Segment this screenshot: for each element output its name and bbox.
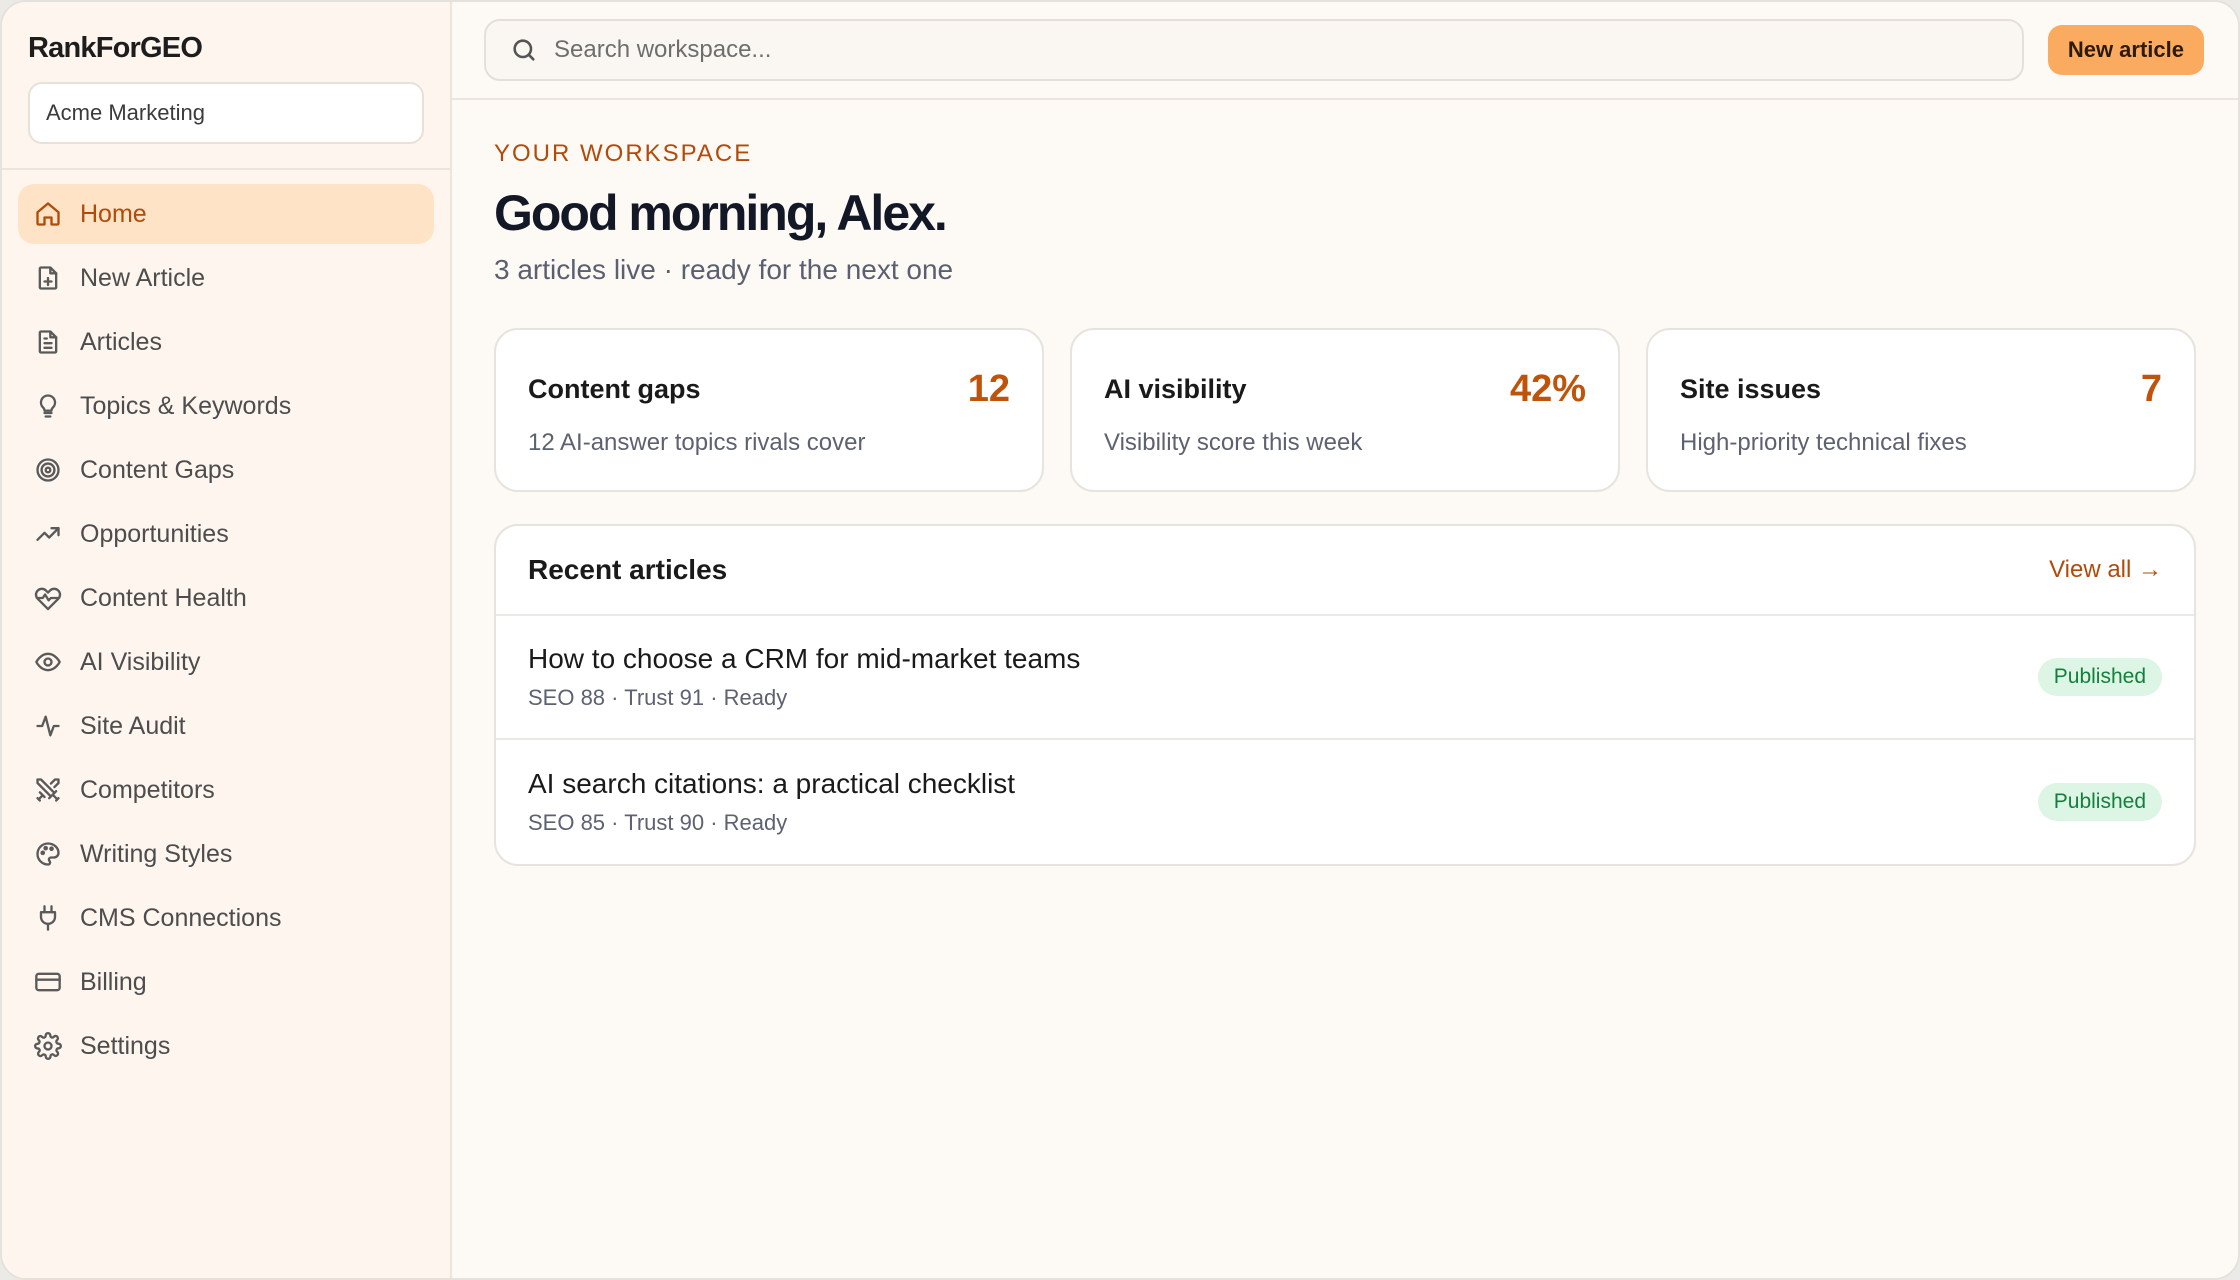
sidebar-item-label: Content Health [80, 583, 247, 612]
gear-icon [34, 1032, 62, 1060]
sidebar-item-content-health[interactable]: Content Health [18, 568, 434, 628]
heart-pulse-icon [34, 584, 62, 612]
sidebar-item-settings[interactable]: Settings [18, 1016, 434, 1076]
palette-icon [34, 840, 62, 868]
target-icon [34, 456, 62, 484]
stat-title: Site issues [1680, 374, 1822, 404]
sidebar-item-topics-keywords[interactable]: Topics & Keywords [18, 376, 434, 436]
stat-description: 12 AI-answer topics rivals cover [528, 429, 866, 456]
sidebar: RankForGEO Acme Marketing Home New Artic… [2, 2, 452, 1278]
sidebar-item-label: Home [80, 199, 147, 228]
workspace-selector[interactable]: Acme Marketing [28, 82, 424, 144]
sidebar-item-opportunities[interactable]: Opportunities [18, 504, 434, 564]
topbar: New article [452, 2, 2238, 100]
stat-description: Visibility score this week [1104, 429, 1363, 456]
stat-cards: Content gaps 12 12 AI-answer topics riva… [494, 328, 2196, 492]
sidebar-item-label: Content Gaps [80, 455, 235, 484]
sidebar-item-label: Billing [80, 967, 147, 996]
search-icon [513, 39, 535, 61]
sidebar-item-label: Topics & Keywords [80, 391, 292, 420]
table-row[interactable]: AI search citations: a practical checkli… [496, 740, 2194, 864]
main-area: New article YOUR WORKSPACE Good morning,… [452, 2, 2238, 1278]
sidebar-item-label: AI Visibility [80, 647, 201, 676]
stat-value: 42% [1509, 368, 1586, 410]
sidebar-item-label: Competitors [80, 775, 215, 804]
sidebar-item-site-audit[interactable]: Site Audit [18, 696, 434, 756]
swords-icon [34, 776, 62, 804]
view-all-link[interactable]: View all → [2049, 556, 2162, 584]
sidebar-item-label: Writing Styles [80, 839, 233, 868]
file-text-icon [34, 328, 62, 356]
recent-articles-header: Recent articles View all → [496, 526, 2194, 616]
article-meta: SEO 85 · Trust 90 · Ready [528, 810, 788, 835]
page-title: Good morning, Alex. [494, 185, 948, 241]
sidebar-item-label: CMS Connections [80, 903, 282, 932]
sidebar-item-label: Opportunities [80, 519, 229, 548]
recent-articles-panel: Recent articles View all → How to choose… [494, 524, 2196, 866]
eye-icon [34, 648, 62, 676]
stat-description: High-priority technical fixes [1680, 429, 1967, 456]
stat-value: 7 [2140, 368, 2162, 410]
lightbulb-icon [34, 392, 62, 420]
sidebar-item-billing[interactable]: Billing [18, 952, 434, 1012]
stat-title: Content gaps [528, 374, 701, 404]
sidebar-item-writing-styles[interactable]: Writing Styles [18, 824, 434, 884]
sidebar-item-content-gaps[interactable]: Content Gaps [18, 440, 434, 500]
table-row[interactable]: How to choose a CRM for mid-market teams… [496, 616, 2194, 740]
article-title[interactable]: AI search citations: a practical checkli… [528, 768, 1015, 800]
search-input[interactable] [554, 36, 1998, 64]
dashboard-content: YOUR WORKSPACE Good morning, Alex. 3 art… [452, 100, 2238, 866]
sidebar-item-home[interactable]: Home [18, 184, 434, 244]
status-badge: Published [2037, 658, 2162, 696]
file-plus-icon [34, 264, 62, 292]
sidebar-nav: Home New Article Articles Topics & Keywo… [2, 170, 450, 1094]
sidebar-item-label: New Article [80, 263, 206, 292]
sidebar-item-label: Settings [80, 1031, 171, 1060]
trending-up-icon [34, 520, 62, 548]
recent-articles-title: Recent articles [528, 554, 728, 585]
sidebar-item-cms-connections[interactable]: CMS Connections [18, 888, 434, 948]
sidebar-item-label: Site Audit [80, 711, 186, 740]
new-article-button[interactable]: New article [2047, 25, 2204, 75]
stat-card-site-issues[interactable]: Site issues 7 High-priority technical fi… [1646, 328, 2196, 492]
article-meta: SEO 88 · Trust 91 · Ready [528, 685, 788, 710]
app-window: RankForGEO Acme Marketing Home New Artic… [0, 0, 2240, 1280]
brand-logo: RankForGEO [28, 32, 203, 64]
stat-value: 12 [967, 368, 1010, 410]
stat-card-content-gaps[interactable]: Content gaps 12 12 AI-answer topics riva… [494, 328, 1044, 492]
activity-icon [34, 712, 62, 740]
page-subtitle: 3 articles live · ready for the next one [494, 254, 954, 285]
eyebrow-label: YOUR WORKSPACE [494, 140, 753, 167]
sidebar-item-label: Articles [80, 327, 162, 356]
plug-icon [34, 904, 62, 932]
stat-card-ai-visibility[interactable]: AI visibility 42% Visibility score this … [1070, 328, 1620, 492]
sidebar-item-ai-visibility[interactable]: AI Visibility [18, 632, 434, 692]
home-icon [34, 200, 62, 228]
status-badge: Published [2037, 783, 2162, 821]
sidebar-item-new-article[interactable]: New Article [18, 248, 434, 308]
sidebar-item-articles[interactable]: Articles [18, 312, 434, 372]
sidebar-item-competitors[interactable]: Competitors [18, 760, 434, 820]
credit-card-icon [34, 968, 62, 996]
article-title[interactable]: How to choose a CRM for mid-market teams [528, 643, 1080, 675]
search-bar[interactable] [484, 19, 2024, 81]
stat-title: AI visibility [1104, 374, 1247, 404]
